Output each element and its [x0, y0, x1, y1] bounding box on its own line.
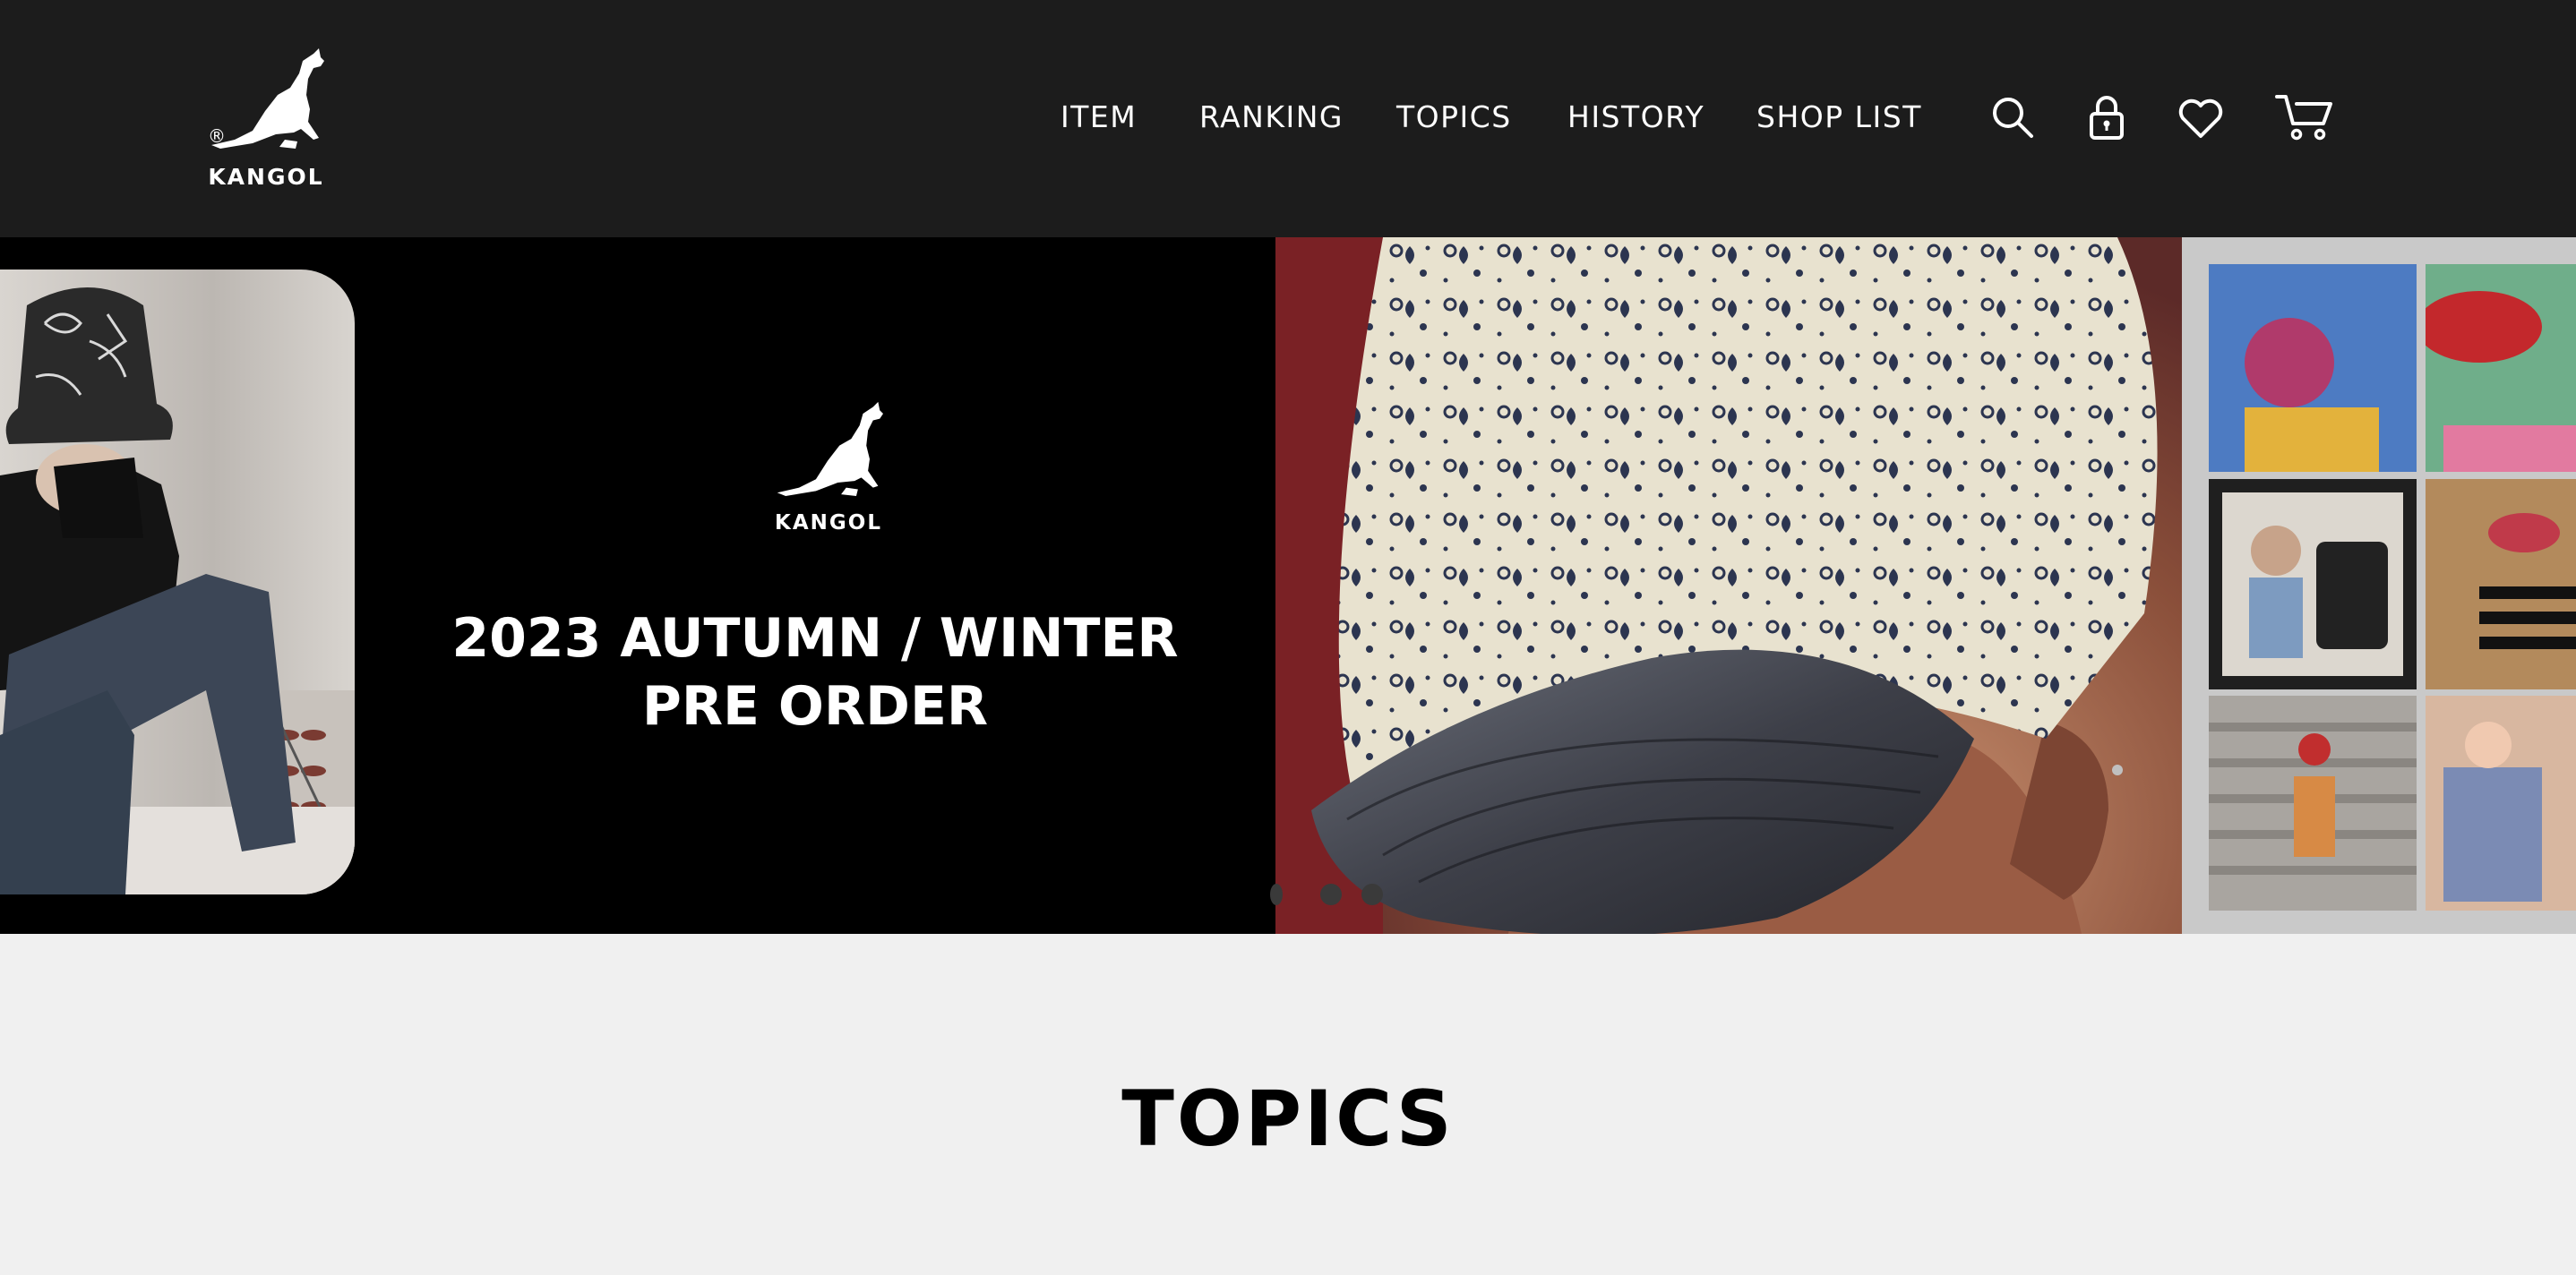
collage-tile-poster — [2426, 696, 2576, 911]
nav-item-shop-list[interactable]: SHOP LIST — [1756, 94, 1922, 141]
topics-section-title: TOPICS — [1121, 1074, 1455, 1164]
kangol-logo[interactable]: ® KANGOL — [208, 47, 324, 190]
carousel-dot-active[interactable] — [1320, 884, 1342, 905]
promo-line-2: PRE ORDER — [641, 675, 989, 738]
promo-title: 2023 AUTUMN / WINTER PRE ORDER — [355, 604, 1275, 740]
search-icon[interactable] — [1985, 90, 2040, 145]
site-header: ® KANGOL ITEM RANKING TOPICS HISTORY SHO… — [0, 0, 2576, 237]
promo-slide[interactable]: KANGOL 2023 AUTUMN / WINTER PRE ORDER — [355, 237, 1275, 934]
cap-slide[interactable] — [1275, 237, 2182, 934]
promo-kangol-logo: KANGOL — [774, 400, 883, 535]
nav-item-ranking[interactable]: RANKING — [1199, 94, 1344, 141]
cart-icon[interactable] — [2275, 90, 2334, 145]
nav-item-history[interactable]: HISTORY — [1567, 94, 1704, 141]
promo-logo-text: KANGOL — [775, 511, 882, 535]
person-bucket-hat-image — [0, 287, 355, 894]
nav-item-topics[interactable]: TOPICS — [1396, 94, 1512, 141]
registered-mark: ® — [208, 125, 226, 147]
paisley-cap-image — [1275, 237, 2158, 934]
collage-tile-stairs — [2209, 696, 2417, 911]
logo-text: KANGOL — [208, 164, 324, 190]
video-slide[interactable] — [0, 270, 355, 894]
collage-tile-red-hat — [2426, 264, 2576, 472]
collage-slide[interactable] — [2182, 237, 2576, 934]
hero-carousel[interactable]: KANGOL 2023 AUTUMN / WINTER PRE ORDER — [0, 237, 2576, 934]
carousel-dot[interactable] — [1361, 884, 1383, 905]
carousel-dot[interactable] — [1270, 884, 1283, 905]
promo-line-1: 2023 AUTUMN / WINTER — [451, 607, 1179, 670]
kangaroo-logo-icon — [777, 401, 883, 496]
collage-tile-illustration — [2209, 264, 2417, 472]
collage-tile-backpack — [2209, 479, 2417, 689]
heart-icon[interactable] — [2173, 90, 2228, 145]
collage-tile-stripes — [2426, 479, 2576, 689]
nav-item-item[interactable]: ITEM — [1060, 94, 1137, 141]
lock-icon[interactable] — [2079, 90, 2134, 145]
